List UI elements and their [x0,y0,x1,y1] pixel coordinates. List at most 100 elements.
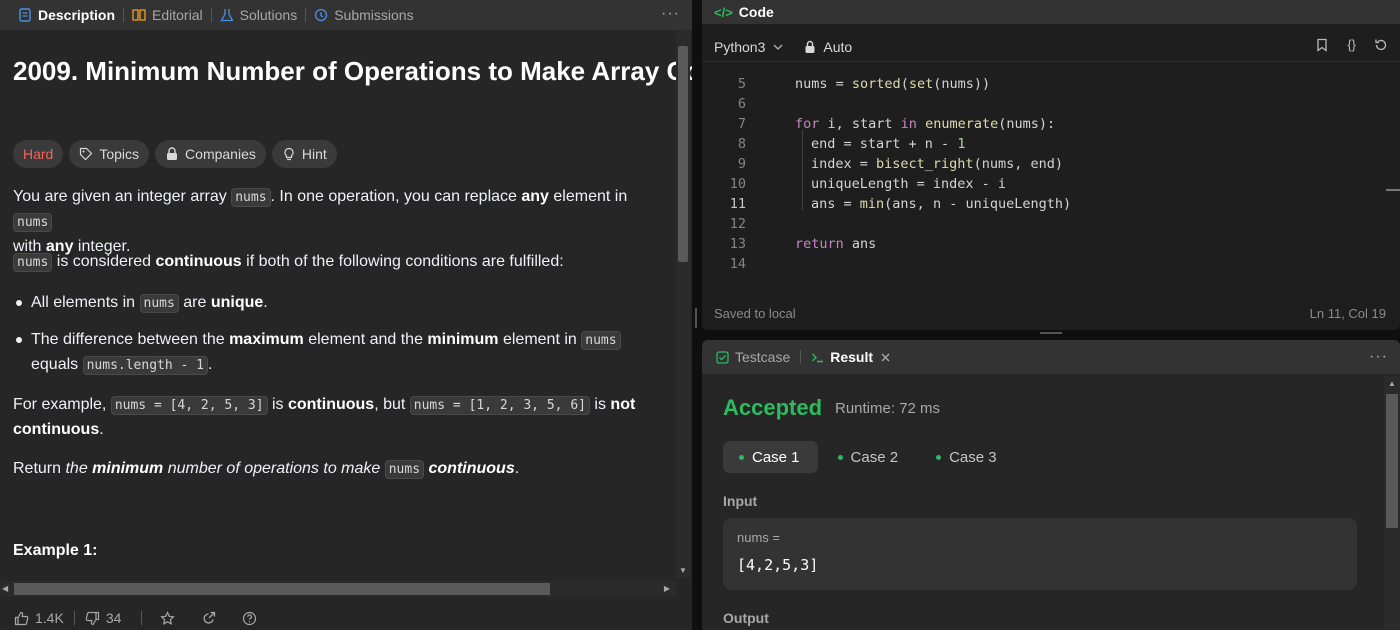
reset-icon[interactable] [1374,38,1388,52]
left-tabbar: Description Editorial Solutions Submissi… [0,0,692,30]
description-return: Return the minimum number of operations … [13,457,663,482]
inline-code: nums = [1, 2, 3, 5, 6] [409,396,590,415]
tab-editorial[interactable]: Editorial [124,0,211,30]
topics-button[interactable]: Topics [69,140,150,168]
bold-text: minimum [92,460,164,477]
tab-solutions[interactable]: Solutions [212,0,306,30]
bold-text: unique [210,294,264,311]
code-panel-header: </> Code [702,0,1400,24]
companies-button[interactable]: Companies [155,140,266,168]
cursor-position: Ln 11, Col 19 [1309,306,1386,321]
tab-submissions[interactable]: Submissions [306,0,421,30]
question-icon [243,611,257,625]
bold-text: Example 1: [13,542,98,559]
auto-mode-toggle[interactable]: Auto [803,39,852,55]
code-panel-title: Code [738,4,774,20]
condition-unique: All elements in nums are unique. [31,291,661,316]
italic-text: number of operations to make [163,460,385,477]
test-panel-header: Testcase Result ··· [702,340,1400,374]
more-options-icon[interactable]: ··· [1369,348,1388,366]
lock-icon [167,147,178,160]
like-count: 1.4K [35,610,64,626]
indent-guide [802,130,803,210]
scrollbar-thumb[interactable] [14,583,550,595]
text: The difference between the [31,331,230,348]
description-example-text: For example, nums = [4, 2, 5, 3] is cont… [13,393,663,442]
scroll-down-arrow-icon[interactable]: ▼ [679,566,687,575]
language-select[interactable]: Python3 [714,39,785,55]
case-tab-1[interactable]: Case 1 [723,441,818,473]
like-button[interactable]: 1.4K [14,610,64,626]
topics-label: Topics [99,146,140,162]
thumbs-down-icon [85,611,99,625]
code-text: ans = min(ans, n - uniqueLength) [811,196,1072,212]
footer-separator [141,611,143,625]
text: is [589,396,611,413]
case-tab-2[interactable]: Case 2 [822,441,917,473]
lock-icon [805,40,815,53]
text: equals [31,356,83,373]
description-paragraph-2: nums is considered continuous if both of… [13,250,663,275]
scroll-up-arrow-icon[interactable]: ▲ [1388,379,1396,388]
tag-icon [80,147,93,161]
text: . [514,460,520,477]
code-panel: </> Code Python3 Auto {} 4 ans = n 5 nums … [702,0,1400,330]
description-vertical-scrollbar[interactable]: ▼ [676,30,690,578]
help-button[interactable] [242,611,257,626]
difficulty-label: Hard [23,146,54,162]
hint-label: Hint [301,146,327,162]
splitter-grip[interactable] [695,308,697,328]
code-text: return ans [795,236,877,252]
scrollbar-thumb[interactable] [1386,394,1398,528]
case-tab-3[interactable]: Case 3 [920,441,1015,473]
format-braces-icon[interactable]: {} [1347,38,1356,52]
more-options-icon[interactable]: ··· [661,5,680,23]
share-button[interactable] [201,611,216,626]
example-heading: Example 1: [13,539,663,563]
line-number: 10 [729,176,746,192]
bold-text: any [521,188,549,205]
description-horizontal-scrollbar[interactable]: ◀ ▶ [0,581,676,597]
editor-scroll-marker [1386,189,1400,191]
pass-dot [837,454,843,460]
condition-range: The difference between the maximum eleme… [31,328,661,378]
text: Return [13,460,66,477]
bold-text: continuous [287,396,375,413]
input-box: nums = [4,2,5,3] [723,518,1357,590]
text: , but [374,396,410,413]
tab-editorial-label: Editorial [152,7,203,23]
inline-code: nums.length - 1 [82,356,208,375]
result-vertical-scrollbar[interactable]: ▲ [1384,376,1400,630]
case-label: Case 1 [752,448,800,466]
bold-text: maximum [229,331,304,348]
star-icon [160,610,176,625]
tab-separator [800,350,802,364]
case-tabs: Case 1 Case 2 Case 3 [723,441,1015,473]
scroll-right-arrow-icon[interactable]: ▶ [664,584,670,593]
dislike-button[interactable]: 34 [85,610,121,626]
vertical-splitter[interactable] [692,0,702,630]
tab-result[interactable]: Result [811,349,902,365]
horizontal-splitter[interactable] [702,330,1400,340]
bookmark-icon[interactable] [1315,38,1329,52]
output-label: Output [723,610,769,626]
line-number: 12 [729,216,746,232]
language-label: Python3 [714,38,766,55]
favorite-button[interactable] [160,610,176,626]
line-number: 7 [737,116,746,132]
line-number: 6 [737,96,746,112]
scroll-left-arrow-icon[interactable]: ◀ [2,584,8,593]
tab-testcase[interactable]: Testcase [716,349,800,365]
tab-description[interactable]: Description [10,0,123,30]
inline-code: nums [139,294,179,313]
code-text: end = start + n - 1 [811,136,966,152]
splitter-grip[interactable] [1040,332,1062,334]
scrollbar-thumb[interactable] [678,46,688,262]
auto-label: Auto [823,38,853,55]
editor-actions: {} [1315,38,1388,52]
input-variable-name: nums = [737,530,780,545]
close-icon[interactable] [879,351,892,364]
tab-submissions-label: Submissions [334,7,414,23]
line-number: 5 [737,76,746,92]
hint-button[interactable]: Hint [271,140,337,168]
